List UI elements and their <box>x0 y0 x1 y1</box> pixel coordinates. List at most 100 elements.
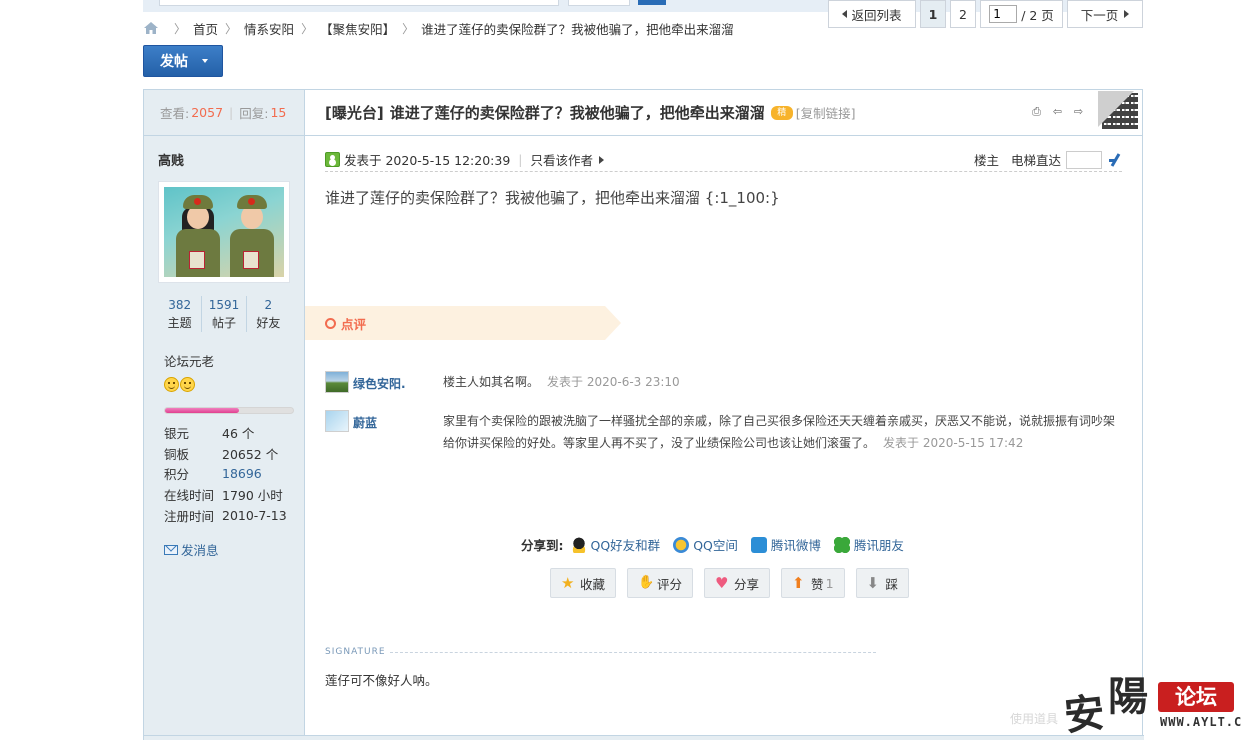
views-label: 查看: <box>160 106 190 121</box>
chevron-right-icon: 〉 <box>225 21 238 36</box>
info-value: 46 个 <box>222 425 255 441</box>
like-count: 1 <box>825 575 834 591</box>
elevator-input[interactable] <box>1066 150 1102 169</box>
info-row-copper: 铜板 20652 个 <box>164 443 287 464</box>
breadcrumb-home[interactable]: 首页 <box>193 19 218 38</box>
share-label: 分享到: <box>521 538 564 553</box>
share-tencent-friends[interactable]: 腾讯朋友 <box>833 535 904 554</box>
author-name[interactable]: 高贱 <box>158 150 184 169</box>
info-key: 积分 <box>164 467 190 483</box>
star-icon: ★ <box>561 574 575 592</box>
thread-title: 谁进了莲仔的卖保险群了？我被他骗了，把他牵出来溜溜 <box>389 104 765 122</box>
level-progress-bar <box>164 407 294 414</box>
share-bar: 分享到: QQ好友和群 QQ空间 腾讯微博 腾讯朋友 <box>521 535 917 554</box>
envelope-icon <box>164 544 178 555</box>
page-2-button[interactable]: 2 <box>950 0 976 28</box>
signature-label: SIGNATURE <box>325 647 876 657</box>
avatar[interactable] <box>158 181 290 283</box>
page-jump-input[interactable] <box>989 5 1018 23</box>
back-to-list-button[interactable]: 返回列表 <box>828 0 916 28</box>
new-post-label: 发帖 <box>160 54 188 70</box>
post-footer-bar <box>144 735 1144 740</box>
author-friends-label: 好友 <box>256 316 281 330</box>
circle-icon <box>325 317 336 329</box>
share-tencent-friends-label: 腾讯朋友 <box>853 538 904 553</box>
online-status-icon <box>325 152 340 167</box>
post-body: 谁进了莲仔的卖保险群了？我被他骗了，把他牵出来溜溜 {:1_100:} <box>325 189 780 207</box>
like-button[interactable]: ⬆ 赞 1 <box>781 568 845 598</box>
search-button[interactable] <box>638 0 666 5</box>
replies-count: 15 <box>270 105 287 120</box>
like-label: 赞 <box>811 576 824 592</box>
elevator-label: 电梯直达 <box>1010 153 1061 168</box>
info-row-online: 在线时间 1790 小时 <box>164 484 287 505</box>
review-time: 发表于 2020-5-15 17:42 <box>883 436 1024 450</box>
arrow-up-icon: ⬆ <box>792 574 805 592</box>
thread-stats: 查看: 2057 | 回复: 15 <box>144 90 304 136</box>
share-qzone[interactable]: QQ空间 <box>673 535 738 554</box>
post-actions: ★ 收藏 ✋ 评分 ♥ 分享 ⬆ 赞 1 ⬇ 踩 <box>550 568 910 598</box>
share-qq[interactable]: QQ好友和群 <box>570 535 661 554</box>
author-friends[interactable]: 2 好友 <box>247 296 290 332</box>
site-watermark-logo: 安 陽 论坛 WWW.AYLT.CN <box>1058 664 1242 740</box>
send-message-label: 发消息 <box>181 543 219 558</box>
prev-thread-icon[interactable]: ⇦ <box>1051 105 1064 118</box>
arrow-right-icon <box>599 155 605 164</box>
thread-category[interactable]: [曝光台] <box>325 102 384 123</box>
review-item: 蔚蓝 家里有个卖保险的跟被洗脑了一样骚扰全部的亲戚，除了自己买很多保险还天天缠着… <box>325 410 1121 454</box>
commenter-avatar[interactable] <box>325 410 349 432</box>
post-container: 查看: 2057 | 回复: 15 高贱 382 主题 1591 帖子 2 好友… <box>143 89 1144 740</box>
caret-down-icon <box>202 59 208 63</box>
review-content: 楼主人如其名啊。 <box>443 375 540 389</box>
qr-code-corner[interactable] <box>1098 91 1140 133</box>
breadcrumb-thread[interactable]: 谁进了莲仔的卖保险群了？我被他骗了，把他牵出来溜溜 <box>421 19 734 38</box>
favorite-button[interactable]: ★ 收藏 <box>550 568 617 598</box>
author-threads[interactable]: 382 主题 <box>158 296 203 332</box>
thread-titlebar: [曝光台] 谁进了莲仔的卖保险群了？我被他骗了，把他牵出来溜溜 精 [复制链接]… <box>305 90 1142 136</box>
breadcrumb-forum[interactable]: 情系安阳 <box>244 19 294 38</box>
next-page-button[interactable]: 下一页 <box>1067 0 1143 28</box>
review-tab-label: 点评 <box>341 316 367 332</box>
author-posts[interactable]: 1591 帖子 <box>202 296 247 332</box>
next-thread-icon[interactable]: ⇨ <box>1072 105 1085 118</box>
tencent-weibo-icon <box>750 536 767 553</box>
info-value-link[interactable]: 18696 <box>222 466 262 481</box>
share-action-label: 分享 <box>734 576 760 592</box>
print-icon[interactable]: ⎙ <box>1030 105 1043 118</box>
arrow-left-icon <box>842 10 848 18</box>
commenter-name[interactable]: 绿色安阳. <box>353 371 443 393</box>
heart-icon: ♥ <box>715 574 729 592</box>
watermark-char: 陽 <box>1108 673 1148 720</box>
commenter-name[interactable]: 蔚蓝 <box>353 410 443 454</box>
share-qq-label: QQ好友和群 <box>590 538 661 553</box>
back-to-list-label: 返回列表 <box>851 7 902 23</box>
rate-button[interactable]: ✋ 评分 <box>627 568 694 598</box>
views-count: 2057 <box>191 105 224 120</box>
dislike-button[interactable]: ⬇ 踩 <box>855 568 910 598</box>
use-tool-link[interactable]: 使用道具 <box>1010 710 1058 727</box>
copy-link[interactable]: [复制链接] <box>796 103 856 122</box>
share-button[interactable]: ♥ 分享 <box>704 568 771 598</box>
search-type-select[interactable] <box>568 0 630 6</box>
clover-icon <box>833 536 850 553</box>
avatar-figure-right <box>226 193 276 277</box>
signature-text: 莲仔可不像好人呐。 <box>325 673 438 688</box>
info-value: 20652 个 <box>222 446 279 462</box>
jump-icon[interactable] <box>1108 153 1122 167</box>
author-info: 银元 46 个 铜板 20652 个 积分 18696 在线时间 1790 小时 注册时… <box>164 422 287 526</box>
post-content: [曝光台] 谁进了莲仔的卖保险群了？我被他骗了，把他牵出来溜溜 精 [复制链接]… <box>305 90 1142 740</box>
new-post-button[interactable]: 发帖 <box>143 45 223 77</box>
page-curl <box>1098 91 1134 127</box>
author-stats: 382 主题 1591 帖子 2 好友 <box>158 296 290 332</box>
send-message-link[interactable]: 发消息 <box>164 540 219 559</box>
home-icon[interactable] <box>143 21 159 35</box>
breadcrumb-board[interactable]: 【聚焦安阳】 <box>320 19 395 38</box>
commenter-avatar[interactable] <box>325 371 349 393</box>
post-time: 发表于 2020-5-15 12:20:39 <box>344 153 511 168</box>
only-author-link[interactable]: 只看该作者 <box>531 150 594 169</box>
share-tencent-weibo[interactable]: 腾讯微博 <box>750 535 821 554</box>
page-jump: / 2 页 <box>980 0 1063 28</box>
page-1-button[interactable]: 1 <box>920 0 946 28</box>
next-page-label: 下一页 <box>1080 7 1119 23</box>
search-input[interactable] <box>159 0 559 6</box>
